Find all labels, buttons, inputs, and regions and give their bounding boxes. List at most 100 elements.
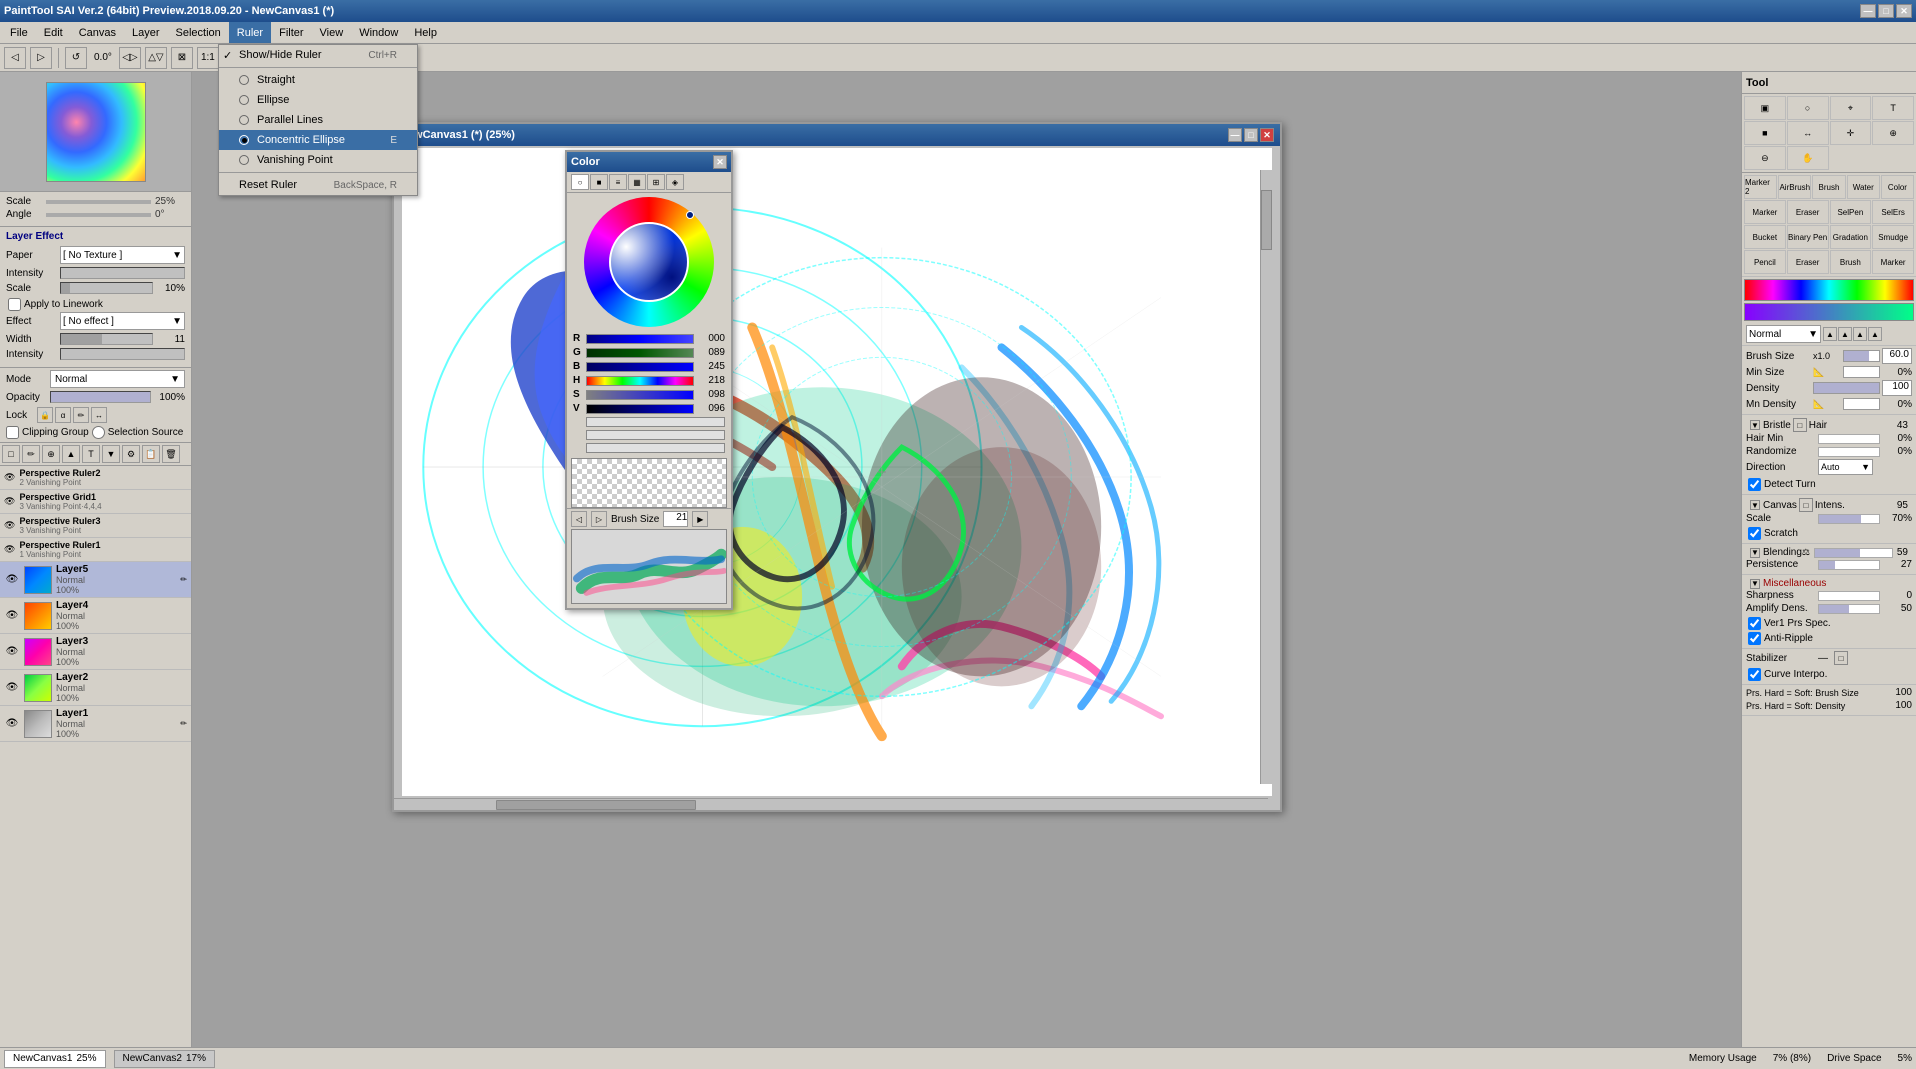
color-btn[interactable]: Color	[1881, 175, 1914, 199]
menu-edit[interactable]: Edit	[36, 22, 71, 43]
v-track[interactable]	[586, 404, 694, 414]
mode-arr4[interactable]: ▲	[1868, 327, 1882, 341]
opacity-slider[interactable]	[50, 391, 151, 403]
tool-swatch[interactable]: ■	[1744, 121, 1786, 145]
blending-expand[interactable]: ▼	[1750, 548, 1760, 558]
apply-linework-check[interactable]	[8, 298, 21, 311]
menu-canvas[interactable]: Canvas	[71, 22, 124, 43]
vscroll-thumb[interactable]	[1261, 190, 1272, 250]
layer-paste-btn[interactable]: 📋	[142, 445, 160, 463]
min-size-slider[interactable]	[1843, 366, 1880, 378]
color-gradient-bar[interactable]	[1744, 303, 1914, 321]
layer-options-btn[interactable]: ⊕	[42, 445, 60, 463]
width-slider[interactable]	[60, 333, 153, 345]
menu-layer[interactable]: Layer	[124, 22, 168, 43]
menu-help[interactable]: Help	[406, 22, 445, 43]
color-wheel[interactable]	[584, 197, 714, 327]
water-btn[interactable]: Water	[1847, 175, 1880, 199]
new-linework-btn[interactable]: ✏	[22, 445, 40, 463]
layer4-eye[interactable]: 👁	[4, 608, 20, 624]
mode-arr2[interactable]: ▲	[1838, 327, 1852, 341]
color-next-btn[interactable]: ▷	[591, 511, 607, 527]
color-tab-wheel[interactable]: ○	[571, 174, 589, 190]
hscroll-thumb[interactable]	[496, 800, 696, 810]
menu-filter[interactable]: Filter	[271, 22, 311, 43]
close-button[interactable]: ✕	[1896, 4, 1912, 18]
tool-zoom-out[interactable]: ⊖	[1744, 146, 1786, 170]
layer-down-btn[interactable]: ▼	[102, 445, 120, 463]
canvas1-tab[interactable]: NewCanvas1 25%	[4, 1050, 106, 1068]
detect-turn-check[interactable]	[1748, 478, 1761, 491]
flip-h-btn[interactable]: ◁▷	[119, 47, 141, 69]
layer3-eye[interactable]: 👁	[4, 644, 20, 660]
layer-item-4[interactable]: 👁 Layer4 Normal100%	[0, 598, 191, 634]
minimize-button[interactable]: —	[1860, 4, 1876, 18]
menu-file[interactable]: File	[2, 22, 36, 43]
layer-item-3[interactable]: 👁 Layer3 Normal100%	[0, 634, 191, 670]
blending-slider[interactable]	[1814, 548, 1893, 558]
color-tab-mixer[interactable]: ⊞	[647, 174, 665, 190]
menu-selection[interactable]: Selection	[168, 22, 229, 43]
selection-source-radio[interactable]	[92, 426, 105, 439]
mode-arr3[interactable]: ▲	[1853, 327, 1867, 341]
canvas-hscroll[interactable]	[394, 798, 1268, 810]
brush-size-slider[interactable]	[1843, 350, 1880, 362]
ruler-reset[interactable]: Reset Ruler BackSpace, R	[219, 175, 417, 195]
r-track[interactable]	[586, 334, 694, 344]
stabilizer-toggle[interactable]: □	[1834, 651, 1848, 665]
eraser-btn[interactable]: Eraser	[1787, 200, 1829, 224]
bucket-btn[interactable]: Bucket	[1744, 225, 1786, 249]
color-tab-other[interactable]: ◈	[666, 174, 684, 190]
paper-dropdown[interactable]: [ No Texture ] ▼	[60, 246, 185, 264]
ruler-item-perspective2[interactable]: 👁 Perspective Ruler2 2 Vanishing Point	[0, 466, 191, 490]
layer-delete-btn[interactable]: 🗑	[162, 445, 180, 463]
extra-track2[interactable]	[586, 430, 725, 440]
scale-slider[interactable]	[46, 200, 151, 204]
tool-text[interactable]: T	[1872, 96, 1914, 120]
s-track[interactable]	[586, 390, 694, 400]
color-dialog-close[interactable]: ✕	[713, 155, 727, 169]
mode-arr1[interactable]: ▲	[1823, 327, 1837, 341]
layer5-eye[interactable]: 👁	[4, 572, 20, 588]
canvas-max-btn[interactable]: □	[1244, 128, 1258, 142]
binary-pen-btn[interactable]: Binary Pen	[1787, 225, 1829, 249]
min-density-slider[interactable]	[1843, 398, 1880, 410]
ruler-concentric[interactable]: Concentric Ellipse E	[219, 130, 417, 150]
100pct-btn[interactable]: 1:1	[197, 47, 219, 69]
tool-select[interactable]: ▣	[1744, 96, 1786, 120]
lock-paint-btn[interactable]: ✏	[73, 407, 89, 423]
marker-btn[interactable]: Marker	[1744, 200, 1786, 224]
h-track[interactable]	[586, 376, 694, 386]
canvas2-tab[interactable]: NewCanvas2 17%	[114, 1050, 216, 1068]
ruler-parallel[interactable]: Parallel Lines	[219, 110, 417, 130]
extra-track3[interactable]	[586, 443, 725, 453]
menu-ruler[interactable]: Ruler	[229, 22, 271, 43]
randomize-slider[interactable]	[1818, 447, 1880, 457]
density-slider[interactable]	[1813, 382, 1880, 394]
eraser2-btn[interactable]: Eraser	[1787, 250, 1829, 274]
tool-wand[interactable]: ⌖	[1830, 96, 1872, 120]
layer1-eye[interactable]: 👁	[4, 716, 20, 732]
color-tab-sliders[interactable]: ≡	[609, 174, 627, 190]
anti-ripple-check[interactable]	[1748, 632, 1761, 645]
scratch-check[interactable]	[1748, 527, 1761, 540]
canvas-expand[interactable]: ▼	[1750, 500, 1760, 510]
brush-btn[interactable]: Brush	[1812, 175, 1845, 199]
effect-dropdown[interactable]: [ No effect ] ▼	[60, 312, 185, 330]
menu-window[interactable]: Window	[351, 22, 406, 43]
direction-dropdown[interactable]: Auto ▼	[1818, 459, 1873, 475]
misc-expand[interactable]: ▼	[1750, 579, 1760, 589]
nav-fwd-btn[interactable]: ▷	[30, 47, 52, 69]
pencil-btn[interactable]: Pencil	[1744, 250, 1786, 274]
ruler-item-grid1[interactable]: 👁 Perspective Grid1 3 Vanishing Point·4,…	[0, 490, 191, 514]
rotate-btn[interactable]: ↺	[65, 47, 87, 69]
clipping-group-check[interactable]	[6, 426, 19, 439]
canvas-area[interactable]: NewCanvas1 (*) (25%) — □ ✕	[192, 72, 1741, 1047]
tool-zoom-in[interactable]: ⊕	[1872, 121, 1914, 145]
canvas-toggle-btn[interactable]: □	[1799, 498, 1813, 512]
menu-view[interactable]: View	[312, 22, 352, 43]
color-swatch-bar[interactable]	[1744, 279, 1914, 301]
tool-hand[interactable]: ✋	[1787, 146, 1829, 170]
canvas-content[interactable]	[402, 148, 1272, 796]
airbrush-btn[interactable]: AirBrush	[1778, 175, 1811, 199]
